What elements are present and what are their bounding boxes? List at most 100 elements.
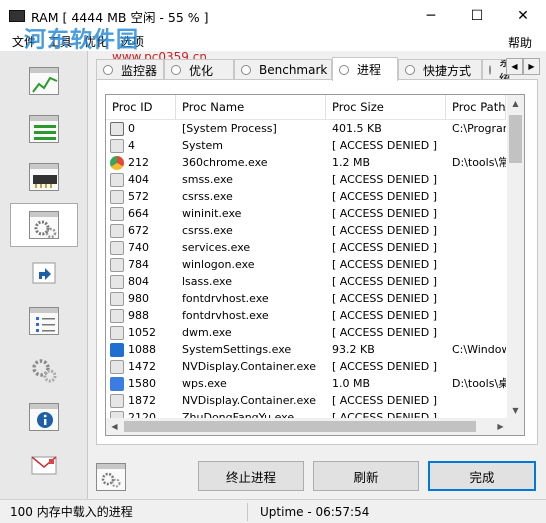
- cell-proc-path: C:\Program: [452, 122, 506, 135]
- column-header-proc-size[interactable]: Proc Size: [326, 95, 446, 120]
- table-row[interactable]: 1580 wps.exe 1.0 MB D:\tools\桌: [106, 375, 506, 392]
- cell-proc-path: [446, 205, 506, 222]
- tab-scroll-left-icon[interactable]: ◀: [506, 58, 523, 75]
- cell-proc-size: 93.2 KB: [332, 343, 375, 356]
- table-row[interactable]: 1052 dwm.exe [ ACCESS DENIED ]: [106, 324, 506, 341]
- proc-id-text: 1872: [128, 394, 156, 407]
- app-icon: [9, 10, 25, 22]
- generic-process-icon: [110, 206, 124, 221]
- tab-scroll-right-icon[interactable]: ▶: [523, 58, 540, 75]
- tab-monitor[interactable]: 监控器: [96, 59, 164, 80]
- scroll-up-icon[interactable]: ▲: [507, 95, 524, 112]
- scroll-left-icon[interactable]: ◀: [106, 418, 123, 435]
- cell-proc-path: [446, 256, 506, 273]
- sidebar-settings-button[interactable]: [10, 347, 78, 391]
- table-row[interactable]: 404 smss.exe [ ACCESS DENIED ]: [106, 171, 506, 188]
- tab-process[interactable]: 进程: [332, 57, 398, 81]
- cell-proc-id: 404: [106, 171, 176, 188]
- table-row[interactable]: 672 csrss.exe [ ACCESS DENIED ]: [106, 222, 506, 239]
- cell-proc-id: 572: [106, 188, 176, 205]
- radio-icon: [339, 64, 349, 75]
- cell-proc-size: [ ACCESS DENIED ]: [332, 173, 437, 186]
- proc-id-text: 1052: [128, 326, 156, 339]
- sidebar-list-button[interactable]: [10, 107, 78, 151]
- table-row[interactable]: 988 fontdrvhost.exe [ ACCESS DENIED ]: [106, 307, 506, 324]
- process-options-icon[interactable]: [96, 463, 126, 491]
- wps-icon: [110, 376, 124, 391]
- menu-optimize[interactable]: 优化: [78, 33, 114, 50]
- table-row[interactable]: 740 services.exe [ ACCESS DENIED ]: [106, 239, 506, 256]
- vertical-scroll-thumb[interactable]: [509, 115, 522, 163]
- generic-process-icon: [110, 291, 124, 306]
- table-row[interactable]: 4 System [ ACCESS DENIED ]: [106, 137, 506, 154]
- sidebar-memory-button[interactable]: [10, 155, 78, 199]
- window-title: RAM [ 4444 MB 空闲 - 55 % ]: [31, 9, 209, 25]
- cell-proc-size: [ ACCESS DENIED ]: [332, 190, 437, 203]
- column-header-proc-name[interactable]: Proc Name: [176, 95, 326, 120]
- table-row[interactable]: 804 lsass.exe [ ACCESS DENIED ]: [106, 273, 506, 290]
- cell-proc-size: [ ACCESS DENIED ]: [332, 275, 437, 288]
- table-row[interactable]: 1872 NVDisplay.Container.exe [ ACCESS DENI…: [106, 392, 506, 409]
- horizontal-scrollbar[interactable]: ◀ ▶: [106, 418, 509, 435]
- radio-icon: [241, 65, 251, 75]
- cell-proc-name: smss.exe: [182, 173, 233, 186]
- cell-proc-name: SystemSettings.exe: [182, 343, 292, 356]
- sidebar-process-button[interactable]: [10, 203, 78, 247]
- table-row[interactable]: 980 fontdrvhost.exe [ ACCESS DENIED ]: [106, 290, 506, 307]
- menu-tools[interactable]: 工具: [42, 33, 78, 50]
- proc-id-text: 672: [128, 224, 149, 237]
- table-row[interactable]: 784 winlogon.exe [ ACCESS DENIED ]: [106, 256, 506, 273]
- table-row[interactable]: 212 360chrome.exe 1.2 MB D:\tools\常: [106, 154, 506, 171]
- tab-shortcuts[interactable]: 快捷方式: [398, 59, 482, 80]
- done-button[interactable]: 完成: [428, 461, 536, 491]
- sidebar-checklist-button[interactable]: [10, 299, 78, 343]
- settings-gear-icon: [110, 342, 124, 357]
- end-process-button[interactable]: 终止进程: [198, 461, 304, 491]
- proc-id-text: 784: [128, 258, 149, 271]
- sidebar-shortcut-button[interactable]: [10, 251, 78, 295]
- minimize-button[interactable]: ─: [408, 0, 454, 32]
- status-process-count: 100 内存中载入的进程: [10, 505, 133, 519]
- tab-benchmark[interactable]: Benchmark: [234, 59, 332, 80]
- generic-process-icon: [110, 308, 124, 323]
- column-header-proc-path[interactable]: Proc Path: [446, 95, 506, 120]
- cell-proc-path: D:\tools\常: [452, 156, 506, 169]
- proc-id-text: 664: [128, 207, 149, 220]
- memory-chip-icon: [29, 163, 59, 191]
- settings-gears-icon: [29, 355, 59, 383]
- menu-help[interactable]: 帮助: [502, 34, 538, 51]
- cell-proc-id: 740: [106, 239, 176, 256]
- table-row[interactable]: 572 csrss.exe [ ACCESS DENIED ]: [106, 188, 506, 205]
- scrollbar-corner: [507, 418, 524, 435]
- cell-proc-size: 401.5 KB: [332, 122, 382, 135]
- close-button[interactable]: ✕: [500, 0, 546, 32]
- cell-proc-size: [ ACCESS DENIED ]: [332, 139, 437, 152]
- generic-process-icon: [110, 240, 124, 255]
- table-row[interactable]: 0 [System Process] 401.5 KB C:\Program: [106, 120, 506, 137]
- table-row[interactable]: 1088 SystemSettings.exe 93.2 KB C:\Window: [106, 341, 506, 358]
- horizontal-scroll-thumb[interactable]: [124, 421, 476, 432]
- sidebar-info-button[interactable]: [10, 395, 78, 439]
- maximize-button[interactable]: ☐: [454, 0, 500, 32]
- scroll-down-icon[interactable]: ▼: [507, 402, 524, 419]
- column-header-proc-id[interactable]: Proc ID: [106, 95, 176, 120]
- cell-proc-id: 980: [106, 290, 176, 307]
- generic-process-icon: [110, 223, 124, 238]
- sidebar-email-button[interactable]: [10, 443, 78, 487]
- cell-proc-size: [ ACCESS DENIED ]: [332, 292, 437, 305]
- sidebar: [0, 51, 88, 499]
- table-header: Proc ID Proc Name Proc Size Proc Path: [106, 95, 506, 120]
- vertical-scrollbar[interactable]: ▲ ▼: [507, 95, 524, 419]
- generic-process-icon: [110, 325, 124, 340]
- cell-proc-path: C:\Window: [452, 343, 506, 356]
- tab-strip: 监控器 优化 Benchmark 进程 快捷方式 系统: [96, 57, 526, 81]
- status-uptime: Uptime - 06:57:54: [260, 504, 370, 519]
- menu-options[interactable]: 选项: [114, 33, 150, 50]
- table-row[interactable]: 664 wininit.exe [ ACCESS DENIED ]: [106, 205, 506, 222]
- table-row[interactable]: 1472 NVDisplay.Container.exe [ ACCESS DENI…: [106, 358, 506, 375]
- refresh-button[interactable]: 刷新: [313, 461, 419, 491]
- menu-file[interactable]: 文件: [6, 33, 42, 50]
- sidebar-performance-button[interactable]: [10, 59, 78, 103]
- tab-optimize[interactable]: 优化: [164, 59, 234, 80]
- cell-proc-path: D:\tools\桌: [452, 377, 506, 390]
